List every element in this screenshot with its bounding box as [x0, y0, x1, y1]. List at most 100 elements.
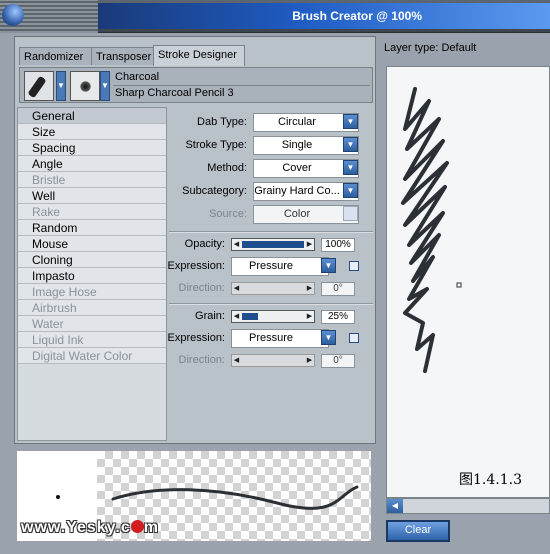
- grain-direction-label: Direction:: [178, 354, 225, 366]
- watermark-logo-icon: [130, 520, 144, 533]
- scratch-pad-canvas[interactable]: 图1.4.1.3: [386, 66, 550, 498]
- category-water[interactable]: Water: [18, 316, 166, 332]
- category-image-hose[interactable]: Image Hose: [18, 284, 166, 300]
- slider-right-arrow-icon[interactable]: ▶: [305, 239, 314, 250]
- tab-transposer[interactable]: Transposer: [91, 47, 159, 65]
- title-grip[interactable]: [0, 0, 98, 33]
- grain-slider[interactable]: ◀ ▶: [231, 310, 315, 323]
- subcategory-row: Subcategory: Grainy Hard Co... ▼: [169, 182, 373, 202]
- watermark: www.Yesky.c m: [21, 519, 159, 537]
- stroke-preview: www.Yesky.c m: [16, 450, 372, 542]
- watermark-text: www.Yesky.c: [21, 519, 131, 536]
- category-airbrush[interactable]: Airbrush: [18, 300, 166, 316]
- cursor-marker: [456, 282, 462, 288]
- grain-expression-row: Expression: Pressure ▼: [167, 329, 373, 349]
- grain-value[interactable]: 25%: [321, 310, 355, 324]
- variant-dropdown-button[interactable]: ▼: [100, 71, 110, 101]
- dab-preview-dot: [56, 495, 60, 499]
- opacity-slider[interactable]: ◀ ▶: [231, 238, 315, 251]
- category-liquid-ink[interactable]: Liquid Ink: [18, 332, 166, 348]
- category-general[interactable]: General: [18, 108, 166, 124]
- source-row: Source: Color: [169, 205, 373, 225]
- window-title: Brush Creator @ 100%: [98, 3, 550, 29]
- category-angle[interactable]: Angle: [18, 156, 166, 172]
- category-spacing[interactable]: Spacing: [18, 140, 166, 156]
- layer-type-label: Layer type: Default: [384, 42, 477, 54]
- subcategory-label: Subcategory:: [182, 185, 247, 197]
- grain-direction-row: Direction: ◀ ▶ 0°: [169, 351, 373, 371]
- opacity-row: Opacity: ◀ ▶ 100%: [169, 235, 373, 255]
- section-divider: [169, 303, 373, 305]
- category-dropdown-button[interactable]: ▼: [56, 71, 66, 101]
- opacity-direction-row: Direction: ◀ ▶ 0°: [169, 279, 373, 299]
- slider-right-arrow-icon[interactable]: ▶: [305, 355, 314, 366]
- brush-category-name: Charcoal: [115, 71, 160, 83]
- grain-direction-slider[interactable]: ◀ ▶: [231, 354, 315, 367]
- category-bristle[interactable]: Bristle: [18, 172, 166, 188]
- grain-row: Grain: ◀ ▶ 25%: [169, 307, 373, 327]
- method-chevron-icon[interactable]: ▼: [343, 160, 358, 175]
- opacity-label: Opacity:: [184, 238, 225, 250]
- brush-category-icon[interactable]: [24, 71, 54, 101]
- opacity-expression-label: Expression:: [167, 260, 225, 272]
- tab-stroke-designer[interactable]: Stroke Designer: [153, 45, 245, 66]
- dab-type-row: Dab Type: Circular ▼: [169, 113, 373, 133]
- subcategory-chevron-icon[interactable]: ▼: [343, 183, 358, 198]
- slider-left-arrow-icon[interactable]: ◀: [232, 311, 241, 322]
- stroke-category-list: General Size Spacing Angle Bristle Well …: [17, 107, 167, 441]
- tab-randomizer[interactable]: Randomizer: [19, 47, 97, 65]
- dab-type-chevron-icon[interactable]: ▼: [343, 114, 358, 129]
- opacity-direction-value[interactable]: 0°: [321, 282, 355, 296]
- category-size[interactable]: Size: [18, 124, 166, 140]
- scroll-left-icon[interactable]: ◀: [387, 499, 403, 513]
- category-cloning[interactable]: Cloning: [18, 252, 166, 268]
- slider-right-arrow-icon[interactable]: ▶: [305, 311, 314, 322]
- slider-right-arrow-icon[interactable]: ▶: [305, 283, 314, 294]
- clear-button[interactable]: Clear: [386, 520, 450, 542]
- scratch-pad-drawing: [401, 87, 462, 373]
- category-rake[interactable]: Rake: [18, 204, 166, 220]
- opacity-expression-chevron-icon[interactable]: ▼: [321, 258, 336, 273]
- brush-dab-icon[interactable]: [70, 71, 100, 101]
- grain-expression-chevron-icon[interactable]: ▼: [321, 330, 336, 345]
- opacity-direction-label: Direction:: [178, 282, 225, 294]
- grain-slider-fill: [242, 313, 258, 320]
- grain-direction-value[interactable]: 0°: [321, 354, 355, 368]
- category-digital-water-color[interactable]: Digital Water Color: [18, 348, 166, 364]
- grain-expression-dropdown[interactable]: Pressure: [231, 329, 329, 348]
- slider-left-arrow-icon[interactable]: ◀: [232, 239, 241, 250]
- variant-selector: ▼ ▼ Charcoal Sharp Charcoal Pencil 3: [19, 67, 373, 103]
- stroke-type-chevron-icon[interactable]: ▼: [343, 137, 358, 152]
- stroke-type-row: Stroke Type: Single ▼: [169, 136, 373, 156]
- brush-settings-panel: Randomizer Transposer Stroke Designer ▼ …: [14, 36, 376, 444]
- opacity-invert-checkbox[interactable]: [349, 261, 359, 271]
- source-chevron-icon[interactable]: [343, 206, 358, 221]
- watermark-text-tail: m: [143, 519, 159, 536]
- opacity-slider-fill: [242, 241, 304, 248]
- method-label: Method:: [207, 162, 247, 174]
- category-well[interactable]: Well: [18, 188, 166, 204]
- opacity-direction-slider[interactable]: ◀ ▶: [231, 282, 315, 295]
- preview-stroke: [111, 485, 359, 510]
- slider-left-arrow-icon[interactable]: ◀: [232, 355, 241, 366]
- app-logo-icon: [2, 4, 24, 26]
- dab-type-label: Dab Type:: [197, 116, 247, 128]
- category-random[interactable]: Random: [18, 220, 166, 236]
- opacity-expression-row: Expression: Pressure ▼: [167, 257, 373, 277]
- opacity-value[interactable]: 100%: [321, 238, 355, 252]
- category-mouse[interactable]: Mouse: [18, 236, 166, 252]
- grain-expression-label: Expression:: [167, 332, 225, 344]
- grain-label: Grain:: [195, 310, 225, 322]
- slider-left-arrow-icon[interactable]: ◀: [232, 283, 241, 294]
- figure-caption: 图1.4.1.3: [459, 472, 522, 488]
- stroke-type-label: Stroke Type:: [185, 139, 247, 151]
- category-impasto[interactable]: Impasto: [18, 268, 166, 284]
- general-properties: Dab Type: Circular ▼ Stroke Type: Single…: [167, 107, 373, 441]
- opacity-expression-dropdown[interactable]: Pressure: [231, 257, 329, 276]
- source-label: Source:: [209, 208, 247, 220]
- canvas-scrollbar[interactable]: ◀: [386, 498, 550, 514]
- grain-invert-checkbox[interactable]: [349, 333, 359, 343]
- title-bar: Brush Creator @ 100%: [0, 0, 550, 33]
- brush-variant-name: Sharp Charcoal Pencil 3: [113, 85, 370, 100]
- section-divider: [169, 231, 373, 233]
